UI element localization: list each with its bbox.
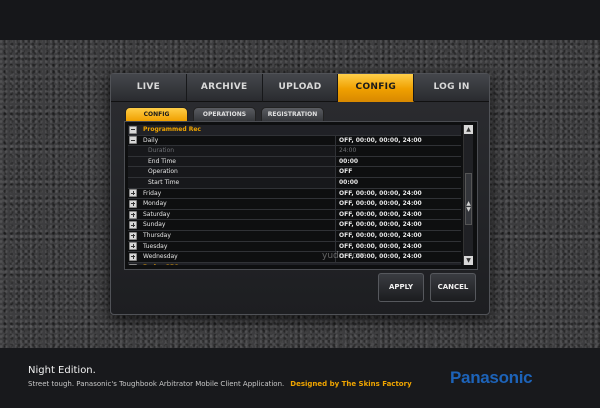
row-label-cell: Friday [128,188,336,199]
scroll-grip-icon: ▲ ▼ [466,200,471,213]
row-label-cell: Tuesday [128,241,336,252]
grid-row[interactable]: Thursday OFF, 00:00, 00:00, 24:00 [128,230,461,242]
expand-plus-icon[interactable] [129,221,137,230]
grid-section-row[interactable]: Radar GPS [128,262,461,265]
footer-credit: Designed by The Skins Factory [290,380,412,388]
row-label: Operation [148,168,178,176]
property-grid: Programmed Rec Daily OFF, 00:00, 00:00, 24… [128,125,461,265]
expand-plus-icon[interactable] [129,199,137,208]
sub-tab-bar: CONFIG OPERATIONS REGISTRATION [125,107,324,122]
grid-property-row[interactable]: End Time 00:00 [128,156,461,168]
row-value[interactable]: 00:00 [336,178,461,188]
config-panel: Programmed Rec Daily OFF, 00:00, 00:00, 24… [124,121,478,270]
row-value[interactable]: OFF, 00:00, 00:00, 24:00 [336,189,461,199]
row-label: Duration [148,147,175,155]
grid-row[interactable]: Monday OFF, 00:00, 00:00, 24:00 [128,199,461,210]
expand-plus-icon[interactable] [129,252,137,261]
grid-row[interactable]: Sunday OFF, 00:00, 00:00, 24:00 [128,220,461,231]
grid-property-row[interactable]: Operation OFF [128,167,461,178]
grid-property-row[interactable]: Duration 24:00 [128,146,461,157]
scroll-thumb[interactable] [465,173,472,225]
subtab-registration[interactable]: REGISTRATION [261,107,324,122]
row-label-cell: Sunday [128,220,336,230]
tab-config[interactable]: CONFIG [338,74,415,102]
tab-archive[interactable]: ARCHIVE [186,74,263,102]
row-value[interactable]: OFF, 00:00, 00:00, 24:00 [336,136,461,146]
subtab-operations[interactable]: OPERATIONS [193,107,256,122]
row-value[interactable]: OFF, 00:00, 00:00, 24:00 [336,199,461,209]
apply-button[interactable]: APPLY [378,273,424,302]
row-value[interactable]: OFF, 00:00, 00:00, 24:00 [336,220,461,230]
row-label-cell: Monday [128,199,336,209]
grid-property-row[interactable]: Start Time 00:00 [128,177,461,189]
row-value[interactable]: OFF, 00:00, 00:00, 24:00 [336,210,461,220]
row-label: Wednesday [143,253,178,261]
row-label-cell: End Time [128,156,336,167]
row-label: Sunday [143,221,166,229]
grid-row[interactable]: Wednesday OFF, 00:00, 00:00, 24:00 [128,252,461,263]
panasonic-logo: Panasonic [450,368,533,387]
row-label-cell: Operation [128,167,336,177]
scrollbar[interactable]: ▲ ▲ ▼ ▼ [463,125,473,265]
expand-plus-icon[interactable] [129,242,137,251]
row-label: End Time [148,157,176,165]
expand-plus-icon[interactable] [129,210,137,219]
row-value[interactable]: OFF [336,167,461,177]
grid-row[interactable]: Daily OFF, 00:00, 00:00, 24:00 [128,135,461,147]
tab-upload[interactable]: UPLOAD [262,74,339,102]
footer: Night Edition. Street tough. Panasonic's… [0,348,600,408]
main-tab-bar: LIVE ARCHIVE UPLOAD CONFIG LOG IN [111,74,489,102]
grid-row[interactable]: Tuesday OFF, 00:00, 00:00, 24:00 [128,241,461,253]
row-label-cell: Thursday [128,230,336,241]
row-label-cell: Radar GPS [128,263,461,265]
grid-row[interactable]: Saturday OFF, 00:00, 00:00, 24:00 [128,209,461,221]
subtab-config[interactable]: CONFIG [125,107,188,122]
watermark: yudn.com [322,251,367,261]
cancel-button[interactable]: CANCEL [430,273,476,302]
footer-tagline: Street tough. Panasonic's Toughbook Arbi… [28,380,285,388]
row-label: Radar GPS [143,263,179,265]
collapse-minus-icon[interactable] [129,136,137,145]
row-label: Daily [143,136,159,144]
row-label-cell: Daily [128,135,336,146]
arrow-up-icon[interactable]: ▲ [464,125,473,134]
row-label: Monday [143,200,167,208]
row-value[interactable]: 00:00 [336,157,461,167]
row-label: Thursday [143,231,171,239]
row-label: Friday [143,189,162,197]
row-label-cell: Programmed Rec [128,125,461,135]
expand-plus-icon[interactable] [129,263,137,265]
expand-plus-icon[interactable] [129,189,137,198]
row-label-cell: Saturday [128,209,336,220]
row-label-cell: Wednesday [128,252,336,262]
row-label: Programmed Rec [143,126,201,133]
row-label-cell: Start Time [128,177,336,188]
expand-plus-icon[interactable] [129,231,137,240]
grid-section-row[interactable]: Programmed Rec [128,125,461,136]
row-value[interactable]: OFF, 00:00, 00:00, 24:00 [336,231,461,241]
row-value[interactable]: 24:00 [336,146,461,156]
row-label-cell: Duration [128,146,336,156]
tab-log-in[interactable]: LOG IN [414,74,489,102]
row-label: Start Time [148,178,180,186]
row-value[interactable]: OFF, 00:00, 00:00, 24:00 [336,242,461,252]
arrow-down-icon[interactable]: ▼ [464,256,473,265]
tab-live[interactable]: LIVE [111,74,187,102]
collapse-minus-icon[interactable] [129,125,137,134]
app-window: LIVE ARCHIVE UPLOAD CONFIG LOG IN CONFIG… [110,73,490,315]
row-label: Tuesday [143,242,168,250]
footer-tagline-line: Street tough. Panasonic's Toughbook Arbi… [28,380,412,388]
row-label: Saturday [143,210,171,218]
grid-row[interactable]: Friday OFF, 00:00, 00:00, 24:00 [128,188,461,200]
footer-title: Night Edition. [28,365,96,376]
